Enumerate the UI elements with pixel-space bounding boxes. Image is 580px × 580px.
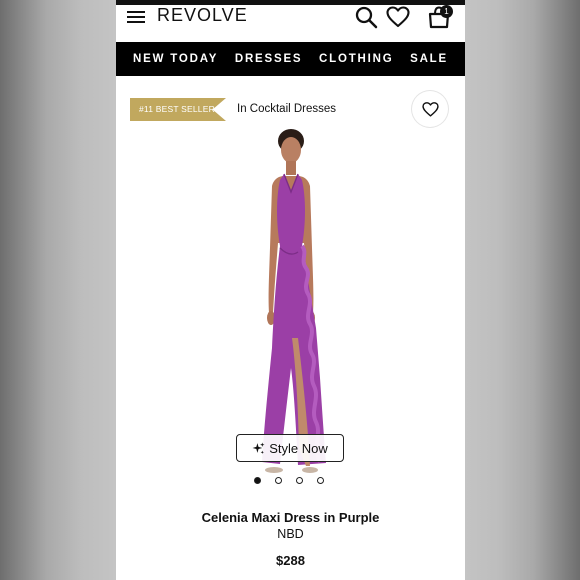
site-header: REVOLVE 1 (116, 5, 465, 42)
heart-icon (421, 101, 439, 117)
add-to-wishlist-button[interactable] (412, 91, 448, 127)
style-now-button[interactable]: Style Now (236, 434, 344, 462)
heart-icon[interactable] (386, 5, 410, 29)
nav-item-clothing[interactable]: CLOTHING (319, 53, 393, 65)
style-now-label: Style Now (269, 440, 328, 456)
product-image[interactable] (236, 128, 346, 483)
product-price: $288 (276, 553, 305, 568)
site-logo[interactable]: REVOLVE (157, 5, 248, 26)
product-name: Celenia Maxi Dress in Purple (201, 510, 380, 525)
bag-count-badge: 1 (440, 5, 453, 18)
carousel-dot-4[interactable] (317, 477, 324, 484)
product-brand[interactable]: NBD (116, 527, 465, 541)
menu-icon[interactable] (127, 11, 145, 23)
category-nav: NEW TODAY DRESSES CLOTHING SALE (116, 42, 465, 76)
nav-item-dresses[interactable]: DRESSES (235, 53, 303, 65)
category-link[interactable]: In Cocktail Dresses (237, 103, 336, 115)
search-icon[interactable] (354, 5, 378, 29)
image-carousel-dots (254, 477, 324, 484)
carousel-dot-1[interactable] (254, 477, 261, 484)
best-seller-badge: #11 BEST SELLER (130, 98, 226, 121)
carousel-dot-2[interactable] (275, 477, 282, 484)
carousel-dot-3[interactable] (296, 477, 303, 484)
nav-item-new-today[interactable]: NEW TODAY (133, 53, 218, 65)
product-page: REVOLVE 1 NEW TODAY DRESSES CLOTHING SAL… (116, 0, 465, 580)
nav-item-sale[interactable]: SALE (410, 53, 448, 65)
sparkle-icon (252, 442, 265, 454)
